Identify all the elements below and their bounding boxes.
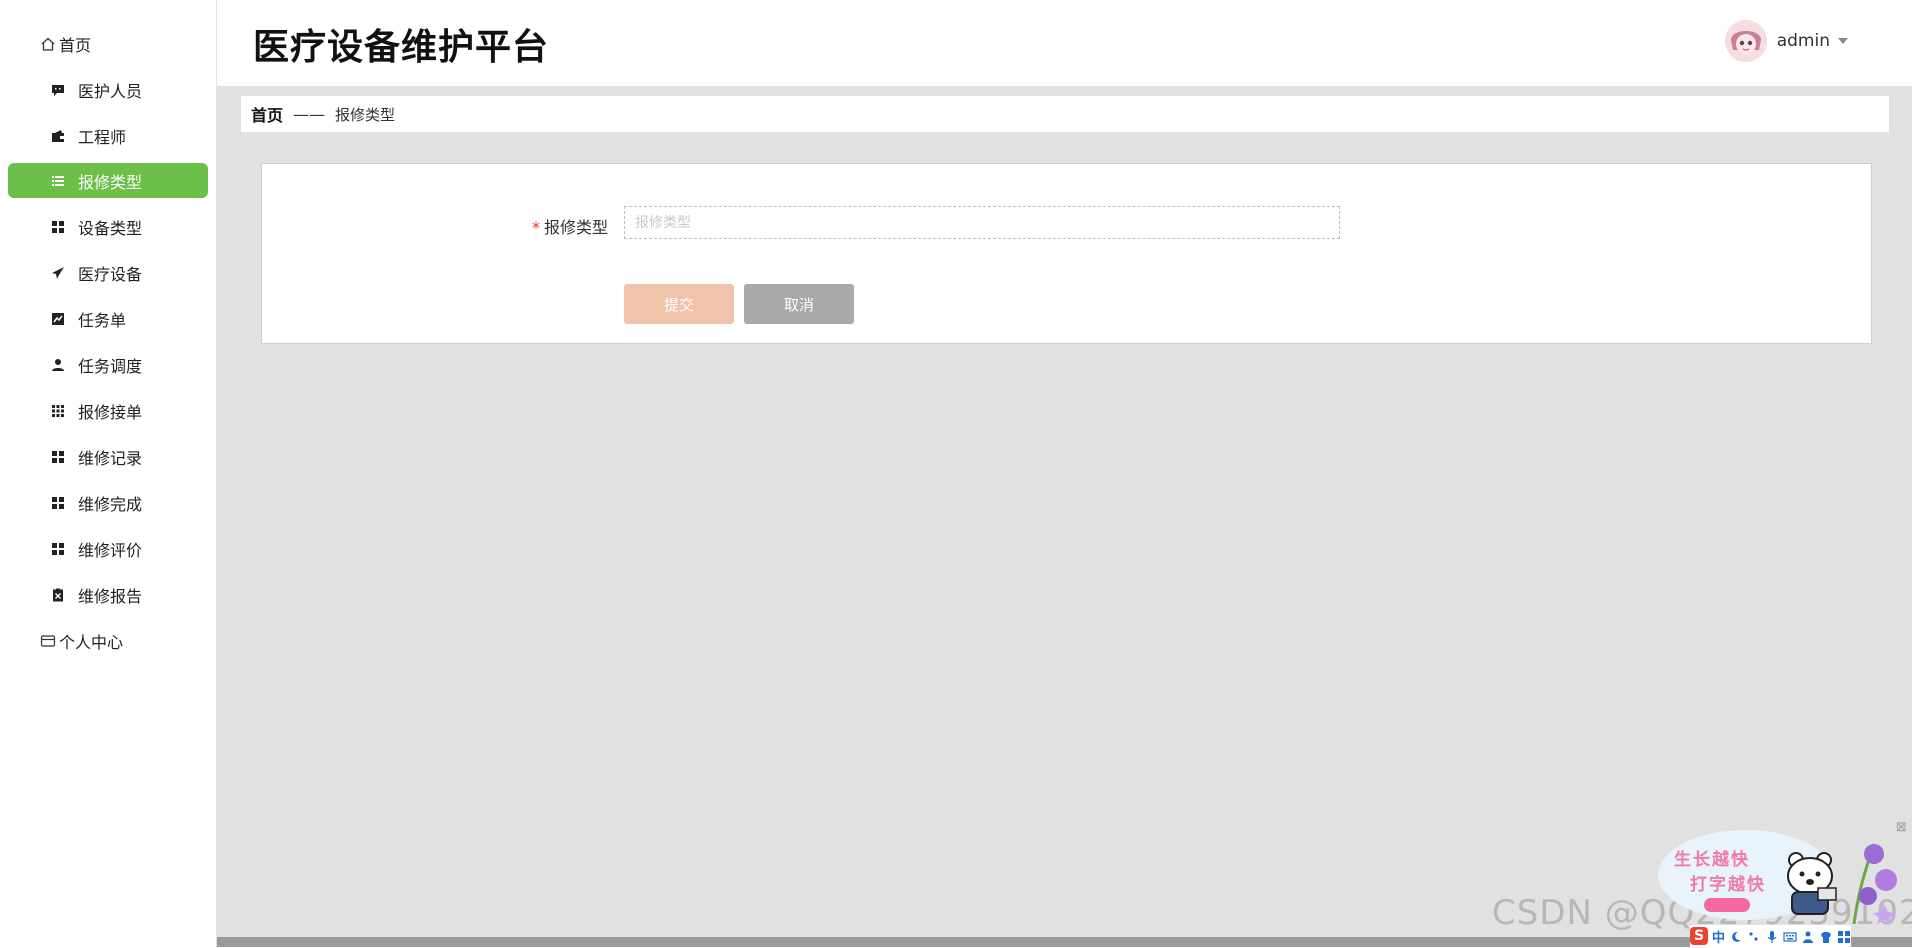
sidebar-item-label: 任务调度	[78, 356, 143, 376]
repair-type-label-text: 报修类型	[544, 218, 609, 237]
user-icon	[50, 357, 66, 373]
flower-decoration-icon	[1844, 834, 1900, 928]
ime-promo-widget[interactable]: 生长越快 打字越快 ⊠	[1658, 820, 1908, 936]
ime-badge	[1704, 898, 1750, 912]
header: 医疗设备维护平台 admin	[217, 0, 1912, 86]
avatar[interactable]	[1724, 20, 1767, 62]
sidebar-item-task-dispatch[interactable]: 任务调度	[8, 347, 208, 382]
moon-icon[interactable]	[1729, 929, 1743, 943]
sidebar-item-label: 报修类型	[78, 172, 143, 192]
sidebar-item-repair-type[interactable]: 报修类型	[8, 163, 208, 198]
sidebar-item-task-order[interactable]: 任务单	[8, 301, 208, 336]
sogou-logo-icon[interactable]: S	[1690, 927, 1708, 945]
grid-icon	[50, 495, 66, 511]
grid-icon	[50, 541, 66, 557]
sidebar-item-label: 工程师	[78, 127, 127, 147]
apps-icon[interactable]	[1837, 929, 1851, 943]
sidebar-item-medical-staff[interactable]: 医护人员	[8, 72, 208, 107]
sidebar-item-label: 首页	[59, 35, 92, 55]
breadcrumb: 首页 —— 报修类型	[241, 96, 1889, 132]
horizontal-scrollbar[interactable]	[217, 937, 1912, 947]
sidebar-item-label: 个人中心	[59, 632, 124, 652]
chevron-down-icon	[1838, 38, 1848, 44]
sidebar-item-personal-center[interactable]: 个人中心	[40, 623, 210, 658]
sidebar-item-label: 医护人员	[78, 81, 143, 101]
sidebar-item-medical-equipment[interactable]: 医疗设备	[8, 255, 208, 290]
sidebar-item-home[interactable]: 首页	[40, 26, 210, 61]
home-icon	[40, 36, 56, 52]
submit-button[interactable]: 提交	[624, 284, 734, 324]
clipboard-icon	[50, 587, 66, 603]
main-content: 首页 —— 报修类型 *报修类型 提交 取消	[217, 86, 1912, 941]
sidebar: 首页 医护人员 工程师 报修类型 设备类型 医疗设备 任务单 任务调度 报修接单…	[0, 0, 217, 948]
microphone-icon[interactable]	[1765, 929, 1779, 943]
chart-icon	[50, 311, 66, 327]
ime-slogan-line1: 生长越快	[1674, 850, 1750, 870]
required-mark: *	[532, 218, 540, 237]
sidebar-item-repair-record[interactable]: 维修记录	[8, 439, 208, 474]
punctuation-icon[interactable]	[1747, 929, 1761, 943]
user-name: admin	[1776, 31, 1830, 51]
comment-icon	[50, 82, 66, 98]
breadcrumb-home[interactable]: 首页	[251, 102, 283, 126]
breadcrumb-separator: ——	[293, 104, 326, 124]
cancel-button[interactable]: 取消	[744, 284, 854, 324]
send-icon	[50, 265, 66, 281]
repair-type-input[interactable]	[624, 206, 1340, 239]
sidebar-item-repair-complete[interactable]: 维修完成	[8, 485, 208, 520]
sidebar-item-label: 设备类型	[78, 218, 143, 238]
list-icon	[50, 173, 66, 189]
sidebar-item-label: 维修评价	[78, 540, 143, 560]
sidebar-item-engineer[interactable]: 工程师	[8, 118, 208, 153]
sidebar-item-label: 任务单	[78, 310, 127, 330]
sidebar-item-equipment-type[interactable]: 设备类型	[8, 209, 208, 244]
sidebar-item-label: 报修接单	[78, 402, 143, 422]
sidebar-item-repair-accept[interactable]: 报修接单	[8, 393, 208, 428]
keyboard-icon[interactable]	[1783, 929, 1797, 943]
apps-icon	[50, 403, 66, 419]
app-title: 医疗设备维护平台	[253, 27, 550, 68]
sidebar-item-label: 维修记录	[78, 448, 143, 468]
sidebar-item-repair-report[interactable]: 维修报告	[8, 577, 208, 612]
ime-slogan-line2: 打字越快	[1690, 875, 1766, 895]
repair-type-label: * 报修类型	[532, 214, 608, 238]
ime-toolbar[interactable]: S 中	[1690, 925, 1852, 947]
sidebar-item-label: 维修完成	[78, 494, 143, 514]
breadcrumb-current: 报修类型	[335, 105, 396, 124]
user-menu[interactable]: admin	[1724, 20, 1848, 62]
wallet-icon	[50, 128, 66, 144]
sidebar-item-label: 医疗设备	[78, 264, 143, 284]
ime-language-toggle[interactable]: 中	[1712, 927, 1725, 946]
repair-type-form: *报修类型 提交 取消	[261, 163, 1872, 344]
skin-icon[interactable]	[1819, 929, 1833, 943]
grid-icon	[50, 449, 66, 465]
close-icon[interactable]: ⊠	[1896, 820, 1907, 835]
sidebar-item-repair-review[interactable]: 维修评价	[8, 531, 208, 566]
card-icon	[40, 633, 56, 649]
bear-mascot-icon	[1778, 850, 1844, 924]
sidebar-item-label: 维修报告	[78, 586, 143, 606]
user-icon[interactable]	[1801, 929, 1815, 943]
grid-icon	[50, 219, 66, 235]
